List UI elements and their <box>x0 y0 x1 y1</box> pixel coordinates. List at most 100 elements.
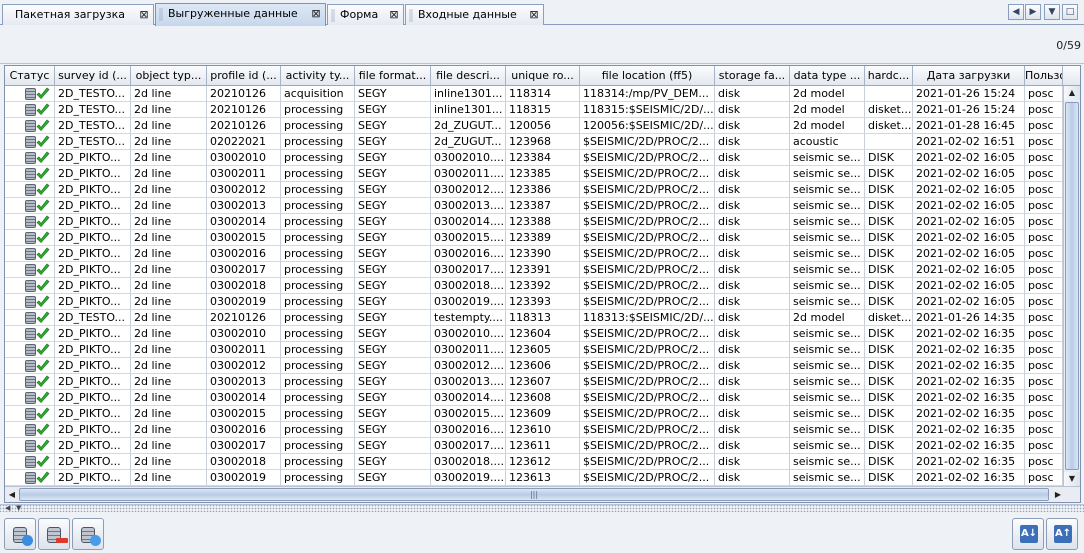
col-hardcopy-header[interactable]: hardc... <box>865 66 913 86</box>
tab-prev-icon[interactable]: ◀ <box>1008 4 1024 20</box>
table-row[interactable]: 2D_PIKTO... 2d line 03002013 processing SEGY… <box>5 374 1063 390</box>
file-location-cell: $SEISMIC/2D/PROC/2... <box>580 198 715 214</box>
table-row[interactable]: 2D_PIKTO... 2d line 03002018 processing SEGY… <box>5 454 1063 470</box>
scroll-right-icon[interactable]: ▶ <box>1051 487 1065 502</box>
status-cell <box>5 310 55 326</box>
col-status-header[interactable]: Статус <box>5 66 55 86</box>
status-cell <box>5 166 55 182</box>
panel-splitter[interactable]: ◀ ▼ <box>0 504 1084 512</box>
add-database-button[interactable] <box>4 518 36 550</box>
upload-date-cell: 2021-02-02 16:05 <box>913 230 1025 246</box>
horizontal-scrollbar[interactable]: ◀ ||| ▶ <box>5 486 1080 502</box>
tab-input-data[interactable]: Входные данные ⊠ <box>405 4 544 25</box>
vertical-scroll-thumb[interactable] <box>1065 102 1079 470</box>
close-icon[interactable]: ⊠ <box>388 9 400 21</box>
object-type-cell: 2d line <box>131 342 207 358</box>
col-storage-facility-header[interactable]: storage fa... <box>715 66 790 86</box>
tab-batch-upload[interactable]: Пакетная загрузка ⊠ <box>2 4 154 25</box>
col-survey-id-header[interactable]: survey id (... <box>55 66 131 86</box>
user-cell: posc <box>1025 86 1063 102</box>
check-icon <box>36 231 50 244</box>
col-object-type-header[interactable]: object typ... <box>131 66 207 86</box>
collapse-left-icon[interactable]: ◀ <box>5 504 10 512</box>
table-row[interactable]: 2D_PIKTO... 2d line 03002017 processing SEGY… <box>5 438 1063 454</box>
unique-row-cell: 123388 <box>506 214 580 230</box>
tab-next-icon[interactable]: ▶ <box>1025 4 1041 20</box>
vertical-scrollbar[interactable]: ▲ ▼ <box>1063 86 1080 486</box>
survey-id-cell: 2D_PIKTO... <box>55 438 131 454</box>
check-icon <box>36 135 50 148</box>
table-row[interactable]: 2D_TESTO... 2d line 02022021 processing SEGY… <box>5 134 1063 150</box>
hardcopy-cell: DISK <box>865 454 913 470</box>
maximize-icon[interactable]: □ <box>1062 4 1078 20</box>
user-cell: posc <box>1025 230 1063 246</box>
table-row[interactable]: 2D_PIKTO... 2d line 03002019 processing SEGY… <box>5 294 1063 310</box>
file-location-cell: $SEISMIC/2D/PROC/2... <box>580 150 715 166</box>
scroll-down-icon[interactable]: ▼ <box>1064 472 1080 486</box>
object-type-cell: 2d line <box>131 454 207 470</box>
remove-database-button[interactable] <box>38 518 70 550</box>
col-data-type-header[interactable]: data type ... <box>790 66 865 86</box>
hardcopy-cell: disket... <box>865 118 913 134</box>
table-row[interactable]: 2D_PIKTO... 2d line 03002011 processing SEGY… <box>5 342 1063 358</box>
storage-facility-cell: disk <box>715 166 790 182</box>
hardcopy-cell: DISK <box>865 422 913 438</box>
table-row[interactable]: 2D_PIKTO... 2d line 03002016 processing SEGY… <box>5 422 1063 438</box>
horizontal-scroll-thumb[interactable]: ||| <box>19 488 1049 501</box>
data-type-cell: seismic se... <box>790 342 865 358</box>
object-type-cell: 2d line <box>131 470 207 486</box>
refresh-database-button[interactable] <box>72 518 104 550</box>
data-type-cell: seismic se... <box>790 246 865 262</box>
tab-exported-data[interactable]: Выгруженные данные ⊠ <box>155 3 326 26</box>
col-profile-id-header[interactable]: profile id (... <box>207 66 281 86</box>
add-badge-icon <box>22 535 33 546</box>
table-row[interactable]: 2D_PIKTO... 2d line 03002018 processing SEGY… <box>5 278 1063 294</box>
close-icon[interactable]: ⊠ <box>138 9 150 21</box>
col-upload-date-header[interactable]: Дата загрузки <box>913 66 1025 86</box>
upload-date-cell: 2021-02-02 16:05 <box>913 150 1025 166</box>
col-user-header[interactable]: Пользо <box>1025 66 1063 86</box>
sort-ascending-button[interactable]: A↓ <box>1012 518 1044 550</box>
file-location-cell: $SEISMIC/2D/PROC/2... <box>580 230 715 246</box>
table-row[interactable]: 2D_PIKTO... 2d line 03002012 processing SEGY… <box>5 358 1063 374</box>
col-file-description-header[interactable]: file descri... <box>431 66 506 86</box>
col-unique-row-header[interactable]: unique ro... <box>506 66 580 86</box>
table-row[interactable]: 2D_TESTO... 2d line 20210126 processing SEGY… <box>5 310 1063 326</box>
table-row[interactable]: 2D_PIKTO... 2d line 03002010 processing SEGY… <box>5 150 1063 166</box>
activity-type-cell: processing <box>281 390 355 406</box>
table-row[interactable]: 2D_PIKTO... 2d line 03002010 processing SEGY… <box>5 326 1063 342</box>
table-row[interactable]: 2D_PIKTO... 2d line 03002013 processing SEGY… <box>5 198 1063 214</box>
status-cell <box>5 262 55 278</box>
table-row[interactable]: 2D_PIKTO... 2d line 03002012 processing SEGY… <box>5 182 1063 198</box>
unique-row-cell: 123612 <box>506 454 580 470</box>
data-type-cell: seismic se... <box>790 294 865 310</box>
unique-row-cell: 118315 <box>506 102 580 118</box>
tab-menu-icon[interactable]: ▼ <box>1044 4 1060 20</box>
table-row[interactable]: 2D_PIKTO... 2d line 03002015 processing SEGY… <box>5 406 1063 422</box>
user-cell: posc <box>1025 262 1063 278</box>
table-row[interactable]: 2D_PIKTO... 2d line 03002014 processing SEGY… <box>5 390 1063 406</box>
upload-date-cell: 2021-02-02 16:05 <box>913 166 1025 182</box>
col-file-location-header[interactable]: file location (ff5) <box>580 66 715 86</box>
tab-form[interactable]: Форма ⊠ <box>327 4 404 25</box>
table-row[interactable]: 2D_PIKTO... 2d line 03002014 processing SEGY… <box>5 214 1063 230</box>
table-row[interactable]: 2D_TESTO... 2d line 20210126 acquisition SEG… <box>5 86 1063 102</box>
col-file-format-header[interactable]: file format... <box>355 66 431 86</box>
table-row[interactable]: 2D_PIKTO... 2d line 03002016 processing SEGY… <box>5 246 1063 262</box>
close-icon[interactable]: ⊠ <box>310 8 322 20</box>
col-activity-type-header[interactable]: activity ty... <box>281 66 355 86</box>
sort-descending-button[interactable]: A↑ <box>1046 518 1078 550</box>
object-type-cell: 2d line <box>131 374 207 390</box>
storage-facility-cell: disk <box>715 182 790 198</box>
table-row[interactable]: 2D_PIKTO... 2d line 03002019 processing SEGY… <box>5 470 1063 486</box>
table-row[interactable]: 2D_TESTO... 2d line 20210126 processing SEGY… <box>5 102 1063 118</box>
table-row[interactable]: 2D_PIKTO... 2d line 03002011 processing SEGY… <box>5 166 1063 182</box>
scroll-up-icon[interactable]: ▲ <box>1064 86 1080 100</box>
profile-id-cell: 03002011 <box>207 342 281 358</box>
table-row[interactable]: 2D_PIKTO... 2d line 03002017 processing SEGY… <box>5 262 1063 278</box>
scroll-left-icon[interactable]: ◀ <box>5 487 19 502</box>
table-row[interactable]: 2D_TESTO... 2d line 20210126 processing SEGY… <box>5 118 1063 134</box>
close-icon[interactable]: ⊠ <box>528 9 540 21</box>
table-row[interactable]: 2D_PIKTO... 2d line 03002015 processing SEGY… <box>5 230 1063 246</box>
collapse-down-icon[interactable]: ▼ <box>16 504 21 512</box>
